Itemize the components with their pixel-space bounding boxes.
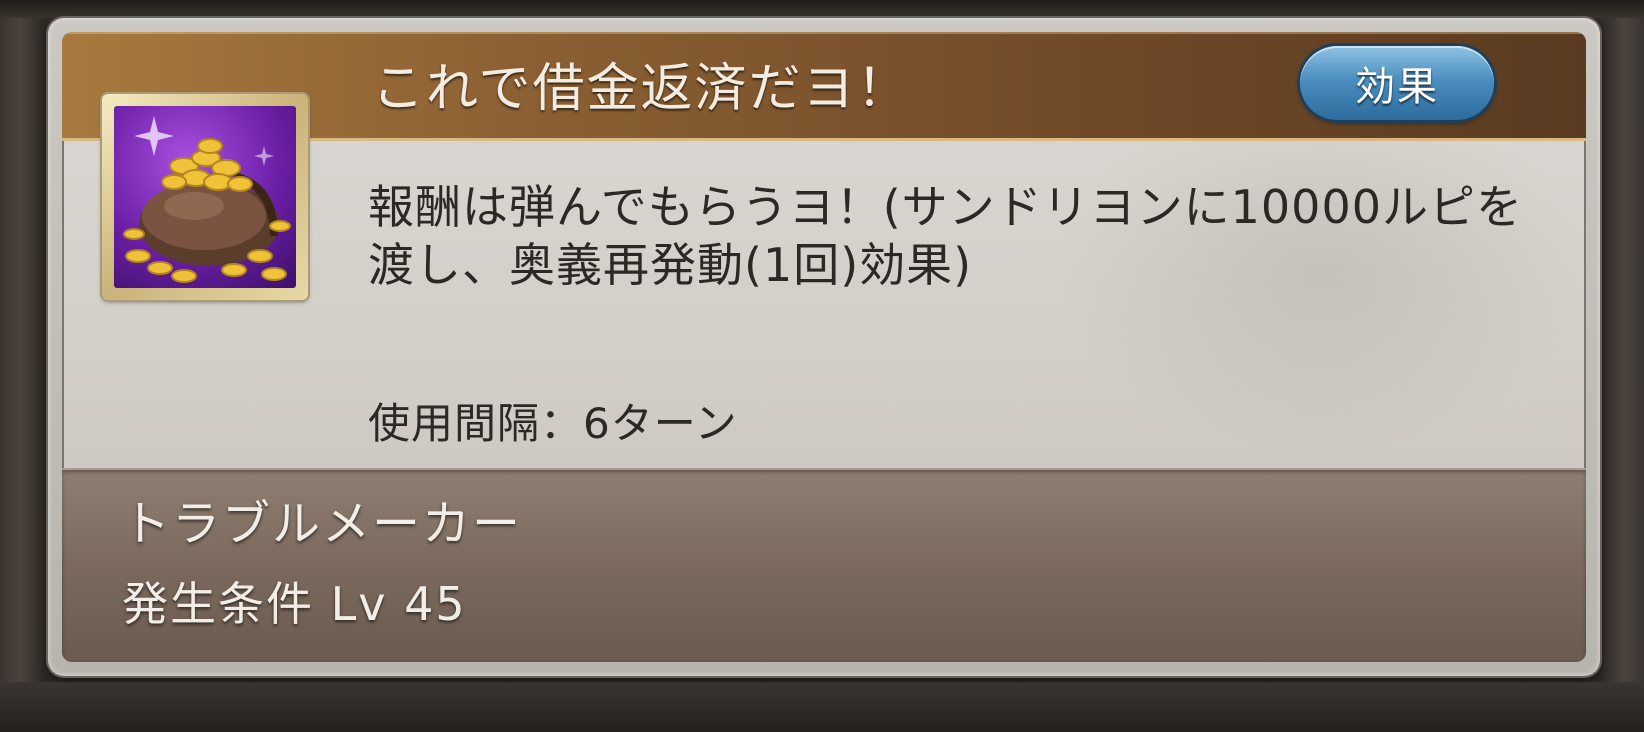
support-skill-name: トラブルメーカー — [122, 496, 523, 552]
skill-description: 報酬は弾んでもらうヨ！(サンドリヨンに10000ルピを渡し、奥義再発動(1回)効… — [368, 180, 1523, 292]
effect-button[interactable]: 効果 — [1300, 46, 1494, 120]
screen: これで借金返済だヨ！ 効果 報酬は弾んでもらうヨ！(サンドリヨンに10000ルピ… — [0, 0, 1644, 732]
support-skill-section: トラブルメーカー 発生条件 Lv 45 — [62, 468, 1586, 662]
skill-name: これで借金返済だヨ！ — [372, 59, 911, 119]
skill-icon-frame — [102, 94, 308, 300]
skill-panel: これで借金返済だヨ！ 効果 報酬は弾んでもらうヨ！(サンドリヨンに10000ルピ… — [62, 32, 1586, 662]
unlock-condition: 発生条件 Lv 45 — [122, 577, 467, 631]
skill-dialog: これで借金返済だヨ！ 効果 報酬は弾んでもらうヨ！(サンドリヨンに10000ルピ… — [48, 18, 1600, 676]
coin-bag-icon — [114, 106, 296, 288]
skill-cooldown: 使用間隔：6ターン — [368, 399, 738, 448]
